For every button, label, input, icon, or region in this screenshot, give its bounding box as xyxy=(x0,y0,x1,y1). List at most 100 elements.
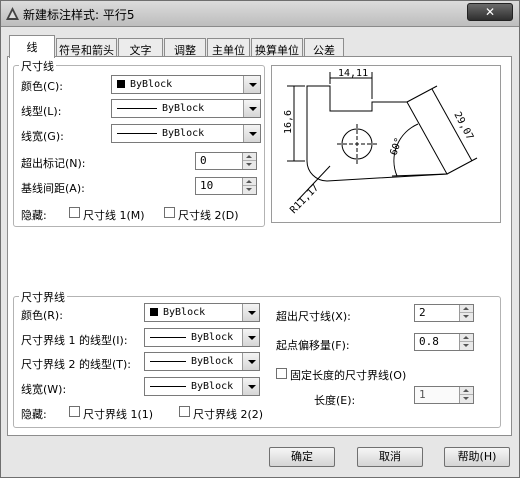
ext-linetype1-select[interactable]: ByBlock xyxy=(144,328,260,347)
chevron-down-icon xyxy=(243,100,260,117)
spinner-buttons[interactable] xyxy=(242,178,256,194)
spinner-buttons[interactable] xyxy=(459,305,473,321)
dim-lineweight-label: 线宽(G): xyxy=(21,130,64,143)
baseline-spacing-spinner[interactable]: 10 xyxy=(195,177,257,195)
extend-beyond-value: 2 xyxy=(419,306,426,319)
dim-lineweight-select[interactable]: ByBlock xyxy=(111,124,261,143)
spin-down-icon[interactable] xyxy=(243,186,256,194)
tab-fit[interactable]: 调整 xyxy=(164,38,206,58)
chevron-down-icon xyxy=(242,353,259,370)
tab-tolerances[interactable]: 公差 xyxy=(304,38,344,58)
tab-text[interactable]: 文字 xyxy=(118,38,163,58)
spin-down-icon[interactable] xyxy=(243,161,256,169)
dim-lineweight-value: ByBlock xyxy=(162,128,205,139)
suppress-dim-line1-checkbox[interactable] xyxy=(69,207,80,218)
line-sample-icon xyxy=(150,337,186,338)
dim-top-text: 14,11 xyxy=(338,68,368,79)
suppress-ext-line1-label[interactable]: 尺寸界线 1(1) xyxy=(83,406,153,422)
dim-suppress-label: 隐藏: xyxy=(21,209,47,222)
dim-color-value: ByBlock xyxy=(130,79,173,90)
origin-offset-value: 0.8 xyxy=(419,335,439,348)
chevron-down-icon xyxy=(242,329,259,346)
line-sample-icon xyxy=(150,386,186,387)
suppress-dim-line2-checkbox[interactable] xyxy=(164,207,175,218)
dim-linetype-select[interactable]: ByBlock xyxy=(111,99,261,118)
spin-up-icon[interactable] xyxy=(460,334,473,342)
spin-up-icon[interactable] xyxy=(460,305,473,313)
spin-down-icon[interactable] xyxy=(460,313,473,321)
ext-lineweight-label: 线宽(W): xyxy=(21,383,67,396)
preview-area: 14,11 16,6 29,07 60° R11,17 xyxy=(271,65,501,223)
chevron-down-icon xyxy=(243,125,260,142)
color-swatch xyxy=(117,80,125,88)
extend-beyond-spinner[interactable]: 2 xyxy=(414,304,474,322)
origin-offset-label: 起点偏移量(F): xyxy=(276,339,350,352)
spinner-buttons[interactable] xyxy=(459,387,473,403)
suppress-dim-line1-label[interactable]: 尺寸线 1(M) xyxy=(83,207,145,223)
close-button[interactable]: ✕ xyxy=(467,3,513,21)
tab-symbols-arrows[interactable]: 符号和箭头 xyxy=(56,38,117,58)
ext-linetype1-value: ByBlock xyxy=(191,332,234,343)
fixed-length-checkbox[interactable] xyxy=(276,368,287,379)
ext-linetype2-value: ByBlock xyxy=(191,356,234,367)
dim-color-select[interactable]: ByBlock xyxy=(111,75,261,94)
tab-primary-units[interactable]: 主单位 xyxy=(207,38,250,58)
color-swatch xyxy=(150,308,158,316)
ext-lineweight-select[interactable]: ByBlock xyxy=(144,377,260,396)
cancel-button[interactable]: 取消 xyxy=(357,447,423,467)
length-spinner[interactable]: 1 xyxy=(414,386,474,404)
dim-slant-text: 29,07 xyxy=(451,110,475,142)
ext-lineweight-value: ByBlock xyxy=(191,381,234,392)
preview-drawing: 14,11 16,6 29,07 60° R11,17 xyxy=(283,68,478,216)
spin-up-icon[interactable] xyxy=(243,178,256,186)
app-icon xyxy=(6,7,19,20)
dim-radius-text: R11,17 xyxy=(288,182,321,216)
spin-down-icon[interactable] xyxy=(460,342,473,350)
spin-up-icon[interactable] xyxy=(460,387,473,395)
ext-color-value: ByBlock xyxy=(163,307,206,318)
suppress-dim-line2-label[interactable]: 尺寸线 2(D) xyxy=(178,207,239,223)
fixed-length-label[interactable]: 固定长度的尺寸界线(O) xyxy=(290,367,406,383)
tab-alternate-units[interactable]: 换算单位 xyxy=(251,38,303,58)
chevron-down-icon xyxy=(242,304,259,321)
ext-suppress-label: 隐藏: xyxy=(21,408,47,421)
suppress-ext-line2-label[interactable]: 尺寸界线 2(2) xyxy=(193,406,263,422)
line-sample-icon xyxy=(150,361,186,362)
ext-linetype1-label: 尺寸界线 1 的线型(I): xyxy=(21,334,128,347)
baseline-spacing-value: 10 xyxy=(200,179,214,192)
window-title: 新建标注样式: 平行5 xyxy=(23,8,135,22)
extend-beyond-label: 超出尺寸线(X): xyxy=(276,310,351,323)
baseline-spacing-label: 基线间距(A): xyxy=(21,182,85,195)
dimension-style-dialog: 新建标注样式: 平行5 ✕ 线 符号和箭头 文字 调整 主单位 换算单位 公差 … xyxy=(0,0,520,478)
chevron-down-icon xyxy=(242,378,259,395)
spin-up-icon[interactable] xyxy=(243,153,256,161)
suppress-ext-line1-checkbox[interactable] xyxy=(69,406,80,417)
ext-color-label: 颜色(R): xyxy=(21,309,63,322)
tab-lines[interactable]: 线 xyxy=(9,35,55,58)
ext-linetype2-select[interactable]: ByBlock xyxy=(144,352,260,371)
ext-color-select[interactable]: ByBlock xyxy=(144,303,260,322)
ok-button[interactable]: 确定 xyxy=(269,447,335,467)
ext-lines-group-title: 尺寸界线 xyxy=(19,289,67,305)
title-bar: 新建标注样式: 平行5 ✕ xyxy=(1,1,519,27)
length-value: 1 xyxy=(419,388,426,401)
line-sample-icon xyxy=(117,133,157,134)
close-icon: ✕ xyxy=(484,5,496,19)
spinner-buttons[interactable] xyxy=(242,153,256,169)
dim-linetype-label: 线型(L): xyxy=(21,105,62,118)
origin-offset-spinner[interactable]: 0.8 xyxy=(414,333,474,351)
line-sample-icon xyxy=(117,108,157,109)
suppress-ext-line2-checkbox[interactable] xyxy=(179,406,190,417)
dim-left-text: 16,6 xyxy=(283,110,294,134)
dim-color-label: 颜色(C): xyxy=(21,80,63,93)
extend-ticks-label: 超出标记(N): xyxy=(21,157,86,170)
help-button[interactable]: 帮助(H) xyxy=(444,447,510,467)
extend-ticks-value: 0 xyxy=(200,154,207,167)
spin-down-icon[interactable] xyxy=(460,395,473,403)
dim-lines-group-title: 尺寸线 xyxy=(19,58,56,74)
spinner-buttons[interactable] xyxy=(459,334,473,350)
extend-ticks-spinner[interactable]: 0 xyxy=(195,152,257,170)
dim-linetype-value: ByBlock xyxy=(162,103,205,114)
length-label: 长度(E): xyxy=(314,394,356,407)
ext-linetype2-label: 尺寸界线 2 的线型(T): xyxy=(21,358,131,371)
